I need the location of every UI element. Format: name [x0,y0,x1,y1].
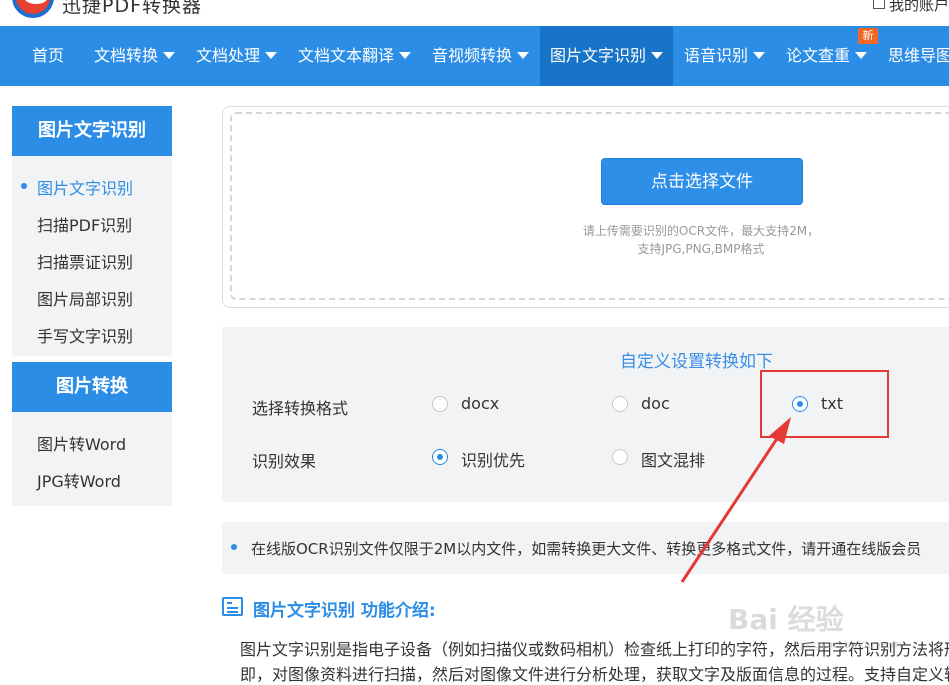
option-ocr-first-label[interactable]: 识别优先 [461,447,525,471]
nav-label: 语音识别 [684,46,749,65]
caret-down-icon [753,52,766,59]
nav-label: 论文查重 [786,46,851,65]
sidebar-item-scan-ticket[interactable]: 扫描票证识别 [37,249,133,273]
baidu-watermark-url: jingyan.baidu.com [800,638,902,651]
intro-line-2: 即，对图像资料进行扫描，然后对图像文件进行分析处理，获取文字及版面信息的过程。支… [240,665,949,684]
sidebar-item-img-to-word[interactable]: 图片转Word [37,431,126,455]
sidebar-group-title-ocr: 图片文字识别 [12,106,172,156]
caret-down-icon [399,52,412,59]
nav-item-ocr[interactable]: 图片文字识别 [540,26,673,86]
nav-label: 思维导图 [888,46,949,65]
radio-docx[interactable] [432,396,448,412]
caret-down-icon [265,52,278,59]
new-badge: 新 [858,28,878,44]
option-docx-label[interactable]: docx [461,394,499,413]
sidebar-item-partial-ocr[interactable]: 图片局部识别 [37,286,133,310]
upload-hint-line2: 支持JPG,PNG,BMP格式 [637,242,765,256]
nav-item-plagiarism[interactable]: 论文查重 [786,26,868,86]
radio-mixed-layout[interactable] [612,449,628,465]
my-account-label: 我的账户 [888,0,949,14]
notice-text: 在线版OCR识别文件仅限于2M以内文件，如需转换更大文件、转换更多格式文件，请开… [251,540,922,558]
bullet-icon [231,544,237,550]
active-dot-icon [21,183,27,189]
sidebar-item-ocr[interactable]: 图片文字识别 [37,175,133,199]
sidebar-group-title-image: 图片转换 [12,362,172,412]
radio-doc[interactable] [612,396,628,412]
option-mixed-layout-label[interactable]: 图文混排 [641,447,705,471]
sidebar-item-scan-pdf[interactable]: 扫描PDF识别 [37,212,132,236]
sidebar-item-jpg-to-word[interactable]: JPG转Word [37,468,121,492]
main-nav: 首页 文档转换 文档处理 文档文本翻译 音视频转换 图片文字识别 语音识别 论文… [0,26,949,86]
sidebar-item-handwriting[interactable]: 手写文字识别 [37,323,133,347]
option-doc-label[interactable]: doc [641,394,670,413]
format-label: 选择转换格式 [252,399,349,418]
settings-title: 自定义设置转换如下 [620,352,773,372]
nav-label: 图片文字识别 [550,46,647,65]
nav-item-doc-process[interactable]: 文档处理 [196,26,278,86]
caret-down-icon [651,52,664,59]
highlight-box [760,370,889,438]
nav-label: 文档处理 [196,46,261,65]
upload-hint-line1: 请上传需要识别的OCR文件，最大支持2M， [582,224,820,238]
caret-down-icon [855,52,868,59]
nav-label: 首页 [32,46,65,65]
nav-item-doc-convert[interactable]: 文档转换 [94,26,176,86]
drop-zone[interactable] [230,112,949,300]
caret-down-icon [163,52,176,59]
nav-label: 文档转换 [94,46,159,65]
document-icon [222,597,243,616]
baidu-watermark: Bai 经验 [728,603,844,636]
radio-ocr-first[interactable] [432,449,448,465]
account-icon [872,0,885,9]
caret-down-icon [517,52,530,59]
nav-item-av-convert[interactable]: 音视频转换 [432,26,530,86]
logo-icon[interactable] [12,0,54,18]
brand-name[interactable]: 迅捷PDF转换器 [62,0,202,18]
effect-label: 识别效果 [252,452,317,471]
nav-item-home[interactable]: 首页 [32,26,64,86]
nav-item-speech[interactable]: 语音识别 [684,26,766,86]
nav-item-mindmap[interactable]: 思维导图 [888,26,949,86]
nav-label: 文档文本翻译 [298,46,395,65]
intro-title: 图片文字识别 功能介绍: [253,601,436,621]
top-header: 迅捷PDF转换器 我的账户 [0,0,949,26]
select-file-button[interactable]: 点击选择文件 [601,158,803,205]
my-account-link[interactable]: 我的账户 [872,0,949,15]
nav-item-translate[interactable]: 文档文本翻译 [298,26,412,86]
nav-label: 音视频转换 [432,46,513,65]
